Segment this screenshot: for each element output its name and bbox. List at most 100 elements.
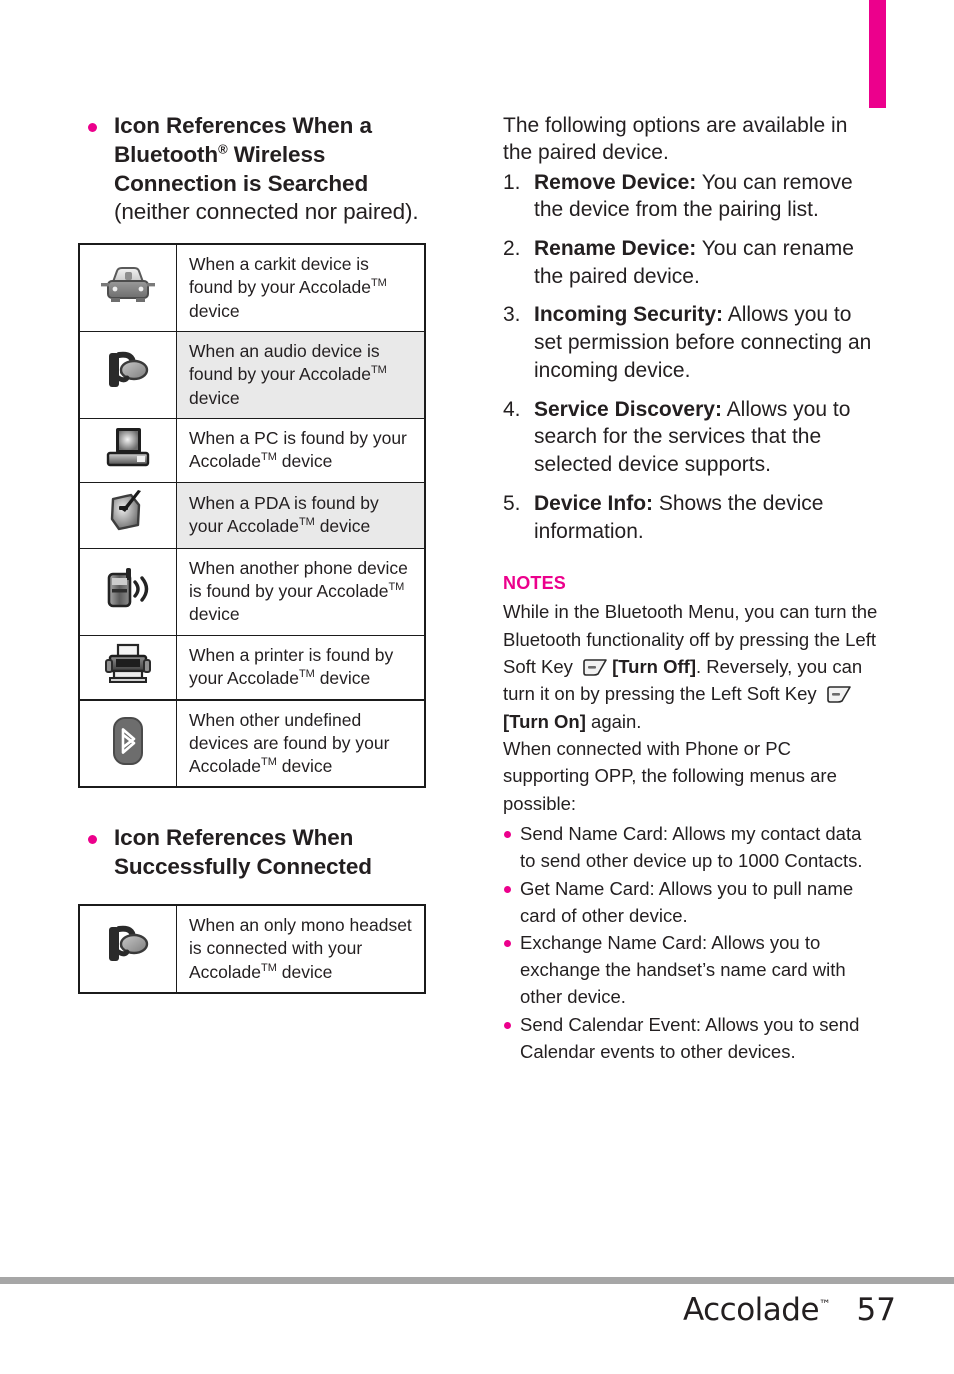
left-soft-key-icon: [826, 686, 852, 704]
trademark-mark: TM: [298, 668, 315, 681]
trademark-mark: TM: [370, 364, 387, 377]
headset-icon: [103, 347, 153, 402]
bullet-dot-icon: [88, 835, 97, 845]
opp-menus-list: Send Name Card: Allows my contact data t…: [503, 821, 881, 1065]
list-item: Send Name Card: Allows my contact data t…: [503, 821, 881, 875]
table-row: When a PDA is found by your AccoladeTM d…: [78, 481, 426, 549]
brand-label: Accolade: [682, 1292, 820, 1328]
searched-icon-reference-table: When a carkit device is found by your Ac…: [78, 243, 426, 789]
description-cell: When a PC is found by your AccoladeTM de…: [176, 417, 426, 483]
pc-icon: [104, 425, 152, 476]
trademark-mark: TM: [370, 277, 387, 290]
list-item: Send Calendar Event: Allows you to send …: [503, 1012, 881, 1066]
notes-paragraph-2: When connected with Phone or PC supporti…: [503, 738, 837, 814]
option-number: 3.: [503, 303, 521, 327]
icon-cell: [78, 698, 177, 788]
printer-icon: [103, 642, 153, 693]
row-text-tail: device: [276, 451, 333, 472]
opp-item-label: Send Name Card: Allows my contact data t…: [520, 823, 863, 872]
row-text: When another phone device is found by yo…: [189, 557, 408, 602]
row-text: When an audio device is found by your Ac…: [189, 340, 380, 385]
icon-cell: [78, 481, 177, 549]
brand-name: Accolade™: [683, 1292, 831, 1328]
icon-cell: [78, 417, 177, 483]
description-cell: When other undefined devices are found b…: [176, 698, 426, 788]
row-text: When a carkit device is found by your Ac…: [189, 254, 371, 298]
option-term: Device Info:: [534, 491, 654, 515]
option-term: Incoming Security:: [534, 303, 724, 327]
description-cell: When another phone device is found by yo…: [176, 547, 426, 636]
table-row: When other undefined devices are found b…: [78, 698, 426, 788]
notes-heading: NOTES: [503, 573, 567, 594]
table-row: When a carkit device is found by your Ac…: [78, 243, 426, 332]
table-row: When an audio device is found by your Ac…: [78, 330, 426, 419]
icon-cell: [78, 634, 177, 701]
trademark-mark: TM: [261, 451, 277, 464]
opp-item-label: Send Calendar Event: Allows you to send …: [520, 1013, 860, 1062]
opp-item-label: Exchange Name Card: Allows you to exchan…: [520, 932, 846, 1008]
option-term: Remove Device:: [534, 170, 697, 194]
heading-line-2-post: Wireless: [227, 141, 326, 167]
notes-turn-off-label: [Turn Off]: [612, 655, 696, 677]
list-item: 4. Service Discovery: Allows you to searc…: [503, 396, 881, 479]
left-column: Icon References When a Bluetooth® Wirele…: [78, 112, 450, 994]
option-number: 4.: [503, 397, 521, 421]
connected-icon-reference-table: When an only mono headset is connected w…: [78, 903, 426, 994]
notes-turn-on-label: [Turn On]: [503, 710, 586, 732]
heading2-line-1: Icon References When: [114, 825, 354, 851]
heading-line-4: (neither connected nor paired).: [114, 199, 419, 225]
heading-line-1: Icon References When a: [114, 113, 372, 138]
bluetooth-icon: [108, 715, 148, 772]
option-number: 2.: [503, 237, 521, 261]
heading-line-2-pre: Bluetooth: [114, 141, 219, 167]
left-soft-key-icon: [582, 659, 608, 676]
page-footer: Accolade™ 57: [0, 1292, 896, 1328]
option-number: 5.: [503, 491, 521, 515]
trademark-mark: TM: [261, 756, 277, 769]
heading2-line-2: Successfully Connected: [114, 854, 372, 880]
paired-device-options-list: 1. Remove Device: You can remove the devi…: [503, 169, 881, 546]
headset-icon: [103, 921, 153, 976]
trademark-mark: TM: [298, 516, 315, 529]
table-row: When an only mono headset is connected w…: [78, 904, 426, 994]
description-cell: When a printer is found by your Accolade…: [176, 634, 426, 701]
icon-cell: [78, 243, 177, 332]
option-number: 1.: [503, 170, 521, 194]
list-item: Exchange Name Card: Allows you to exchan…: [503, 930, 881, 1010]
description-cell: When a carkit device is found by your Ac…: [176, 243, 426, 332]
table-row: When a printer is found by your Accolade…: [78, 634, 426, 701]
bullet-dot-icon: [504, 831, 511, 839]
description-cell: When an only mono headset is connected w…: [176, 904, 426, 994]
option-term: Service Discovery:: [534, 397, 722, 421]
heading-line-3: Connection is Searched: [114, 170, 369, 196]
pda-icon: [105, 489, 151, 542]
phone-icon: [102, 565, 154, 618]
list-item: 3. Incoming Security: Allows you to set p…: [503, 301, 881, 384]
trademark-mark: TM: [388, 581, 405, 594]
row-text-tail: device: [189, 387, 240, 408]
bullet-dot-icon: [504, 940, 511, 948]
row-text-tail: device: [276, 961, 333, 982]
icon-cell: [78, 904, 177, 994]
notes-paragraph-1: While in the Bluetooth Menu, you can tur…: [503, 598, 881, 735]
list-item: 5. Device Info: Shows the device informat…: [503, 490, 881, 545]
option-term: Rename Device:: [534, 237, 697, 261]
list-item: Get Name Card: Allows you to pull name c…: [503, 876, 881, 930]
description-cell: When a PDA is found by your AccoladeTM d…: [176, 481, 426, 549]
page-number: 57: [856, 1292, 896, 1328]
bullet-dot-icon: [504, 885, 511, 893]
footer-divider: [0, 1277, 954, 1284]
table-row: When a PC is found by your AccoladeTM de…: [78, 417, 426, 483]
row-text-tail: device: [314, 668, 371, 689]
row-text-tail: device: [276, 756, 333, 777]
section-heading-icon-references-searched: Icon References When a Bluetooth® Wirele…: [78, 112, 450, 227]
opp-item-label: Get Name Card: Allows you to pull name c…: [520, 877, 854, 926]
row-text-tail: device: [314, 516, 371, 537]
description-cell: When an audio device is found by your Ac…: [176, 330, 426, 419]
registered-mark: ®: [218, 141, 228, 157]
section-heading-icon-references-connected: Icon References When Successfully Connec…: [78, 824, 450, 882]
bullet-dot-icon: [88, 123, 97, 132]
icon-cell: [78, 330, 177, 419]
page-body: Icon References When a Bluetooth® Wirele…: [0, 0, 954, 1260]
list-item: 1. Remove Device: You can remove the devi…: [503, 169, 881, 224]
